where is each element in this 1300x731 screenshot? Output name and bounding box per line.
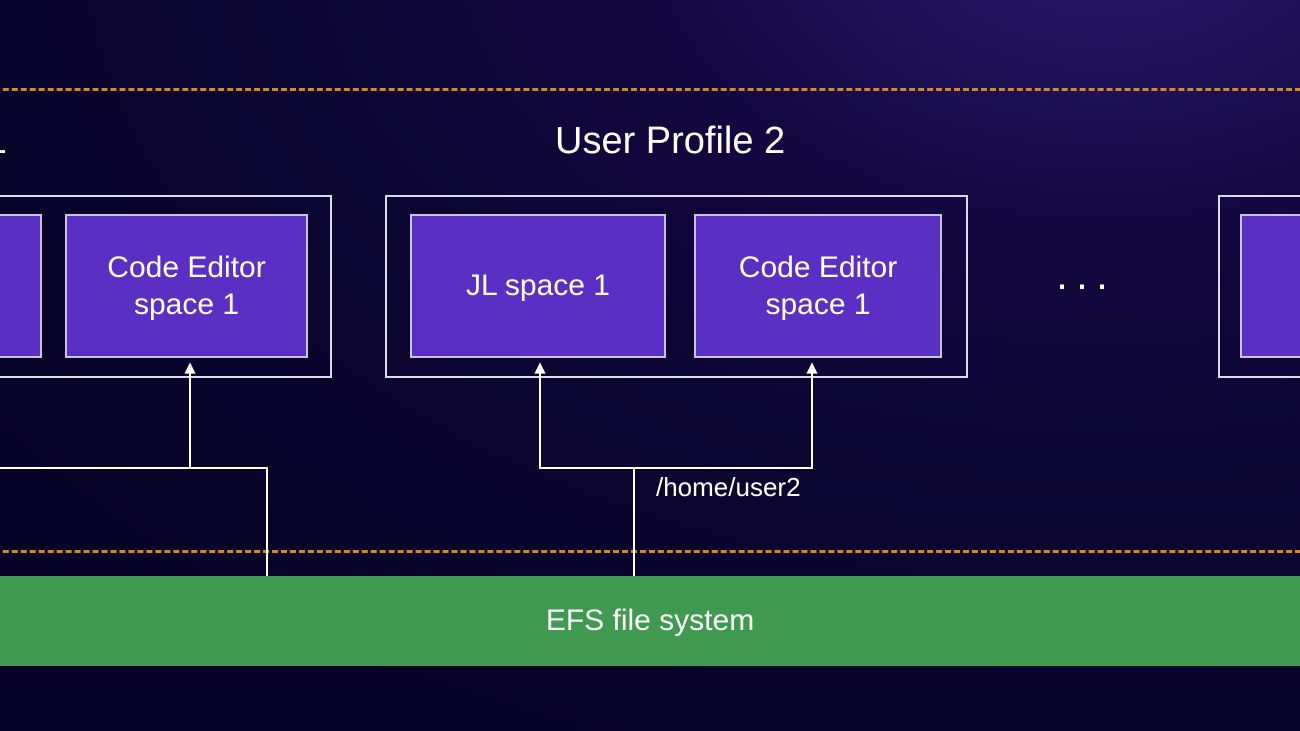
- profile-1-space-partial: [0, 214, 42, 358]
- profile-2-code-editor-label: Code Editor space 1: [739, 249, 897, 324]
- profile-1-title: e 1: [0, 120, 7, 163]
- profile-1-code-editor-space: Code Editor space 1: [65, 214, 308, 358]
- efs-label: EFS file system: [546, 604, 754, 638]
- ellipsis: ···: [1055, 260, 1115, 308]
- profile-2-code-editor-space: Code Editor space 1: [694, 214, 942, 358]
- profile-2-jl-label: JL space 1: [466, 267, 610, 305]
- profile-1-code-editor-label: Code Editor space 1: [107, 249, 265, 324]
- diagram-canvas: e 1 Code Editor space 1 User Profile 2 J…: [0, 0, 1300, 731]
- efs-bar: EFS file system: [0, 576, 1300, 666]
- path-user2: /home/user2: [656, 472, 801, 503]
- profile-n-space-partial: [1240, 214, 1300, 358]
- profile-2-title: User Profile 2: [555, 120, 785, 163]
- profile-2-jl-space: JL space 1: [410, 214, 666, 358]
- dashed-top-border: [0, 88, 1300, 91]
- dashed-bottom-border: [0, 550, 1300, 553]
